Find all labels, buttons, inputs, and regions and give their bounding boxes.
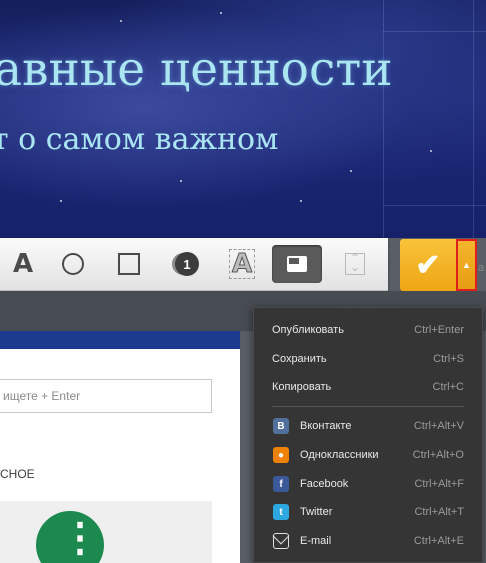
email-icon xyxy=(273,533,289,549)
menu-item-label: Facebook xyxy=(300,478,349,490)
odnoklassniki-icon: ● xyxy=(273,447,289,463)
number-tool-button[interactable]: 1 xyxy=(172,247,202,281)
section-label: СНОЕ xyxy=(0,467,35,481)
shortcut-label: Ctrl+C xyxy=(432,381,464,393)
logo-card[interactable] xyxy=(0,501,212,563)
menu-item-label: E-mail xyxy=(300,535,332,547)
shortcut-label: Ctrl+S xyxy=(433,353,464,365)
expand-tool-button[interactable] xyxy=(340,247,370,281)
outline-text-icon: A xyxy=(228,249,256,279)
shortcut-label: Ctrl+Alt+T xyxy=(414,506,464,518)
window-capture-tool-button[interactable] xyxy=(272,245,322,283)
guide-line xyxy=(383,0,384,238)
facebook-icon: f xyxy=(273,476,289,492)
dropdown-toggle-button[interactable]: ▲ xyxy=(456,239,477,291)
menu-item-publish[interactable]: Опубликовать Ctrl+Enter xyxy=(254,316,482,344)
menu-item-vkontakte[interactable]: В Вконтакте Ctrl+Alt+V xyxy=(254,412,482,440)
expand-icon xyxy=(345,251,365,275)
menu-item-label: Копировать xyxy=(272,381,332,393)
menu-item-facebook[interactable]: f Facebook Ctrl+Alt+F xyxy=(254,470,482,498)
vk-icon: В xyxy=(273,418,289,434)
checkmark-icon: ✔ xyxy=(415,248,441,282)
menu-item-label: Опубликовать xyxy=(272,324,344,336)
text-tool-button[interactable]: A xyxy=(8,247,38,281)
square-icon xyxy=(118,253,140,275)
guide-line xyxy=(383,205,486,206)
banner-subtitle: т о самом важном xyxy=(0,122,279,157)
outline-text-tool-button[interactable]: A xyxy=(226,247,258,281)
menu-item-twitter[interactable]: t Twitter Ctrl+Alt+T xyxy=(254,498,482,526)
menu-item-label: Сохранить xyxy=(272,353,327,365)
shortcut-label: Ctrl+Enter xyxy=(414,324,464,336)
twitter-icon: t xyxy=(273,504,289,520)
caret-up-icon: ▲ xyxy=(462,260,471,270)
menu-item-label: Одноклассники xyxy=(300,449,379,461)
page-content: ищете + Enter СНОЕ xyxy=(0,331,240,563)
banner-title: авные ценности xyxy=(0,42,393,97)
text-icon: A xyxy=(12,249,34,279)
guide-line xyxy=(473,0,474,238)
shortcut-label: Ctrl+Alt+O xyxy=(412,449,464,461)
shortcut-label: Ctrl+Alt+E xyxy=(413,535,464,547)
annotation-toolbar: A 1 A xyxy=(0,238,388,291)
menu-item-copy[interactable]: Копировать Ctrl+C xyxy=(254,373,482,401)
shortcut-label: Ctrl+Alt+F xyxy=(414,478,464,490)
menu-item-email[interactable]: E-mail Ctrl+Alt+E xyxy=(254,527,482,555)
rectangle-tool-button[interactable] xyxy=(114,247,144,281)
menu-item-save[interactable]: Сохранить Ctrl+S xyxy=(254,345,482,373)
window-icon xyxy=(287,256,307,272)
guide-line xyxy=(383,31,486,32)
circle-icon xyxy=(62,253,84,275)
megafon-logo-icon xyxy=(36,511,104,563)
edge-text: а xyxy=(478,262,485,274)
search-input[interactable]: ищете + Enter xyxy=(0,379,212,413)
menu-item-label: Вконтакте xyxy=(300,420,352,432)
banner-image: авные ценности т о самом важном xyxy=(0,0,486,238)
menu-item-label: Twitter xyxy=(300,506,333,518)
publish-menu: Опубликовать Ctrl+Enter Сохранить Ctrl+S… xyxy=(253,307,483,563)
confirm-button[interactable]: ✔ xyxy=(400,239,456,291)
shortcut-label: Ctrl+Alt+V xyxy=(413,420,464,432)
number-badge-icon: 1 xyxy=(175,252,199,276)
menu-item-odnoklassniki[interactable]: ● Одноклассники Ctrl+Alt+O xyxy=(254,441,482,469)
ellipse-tool-button[interactable] xyxy=(58,247,88,281)
menu-divider xyxy=(272,406,464,407)
